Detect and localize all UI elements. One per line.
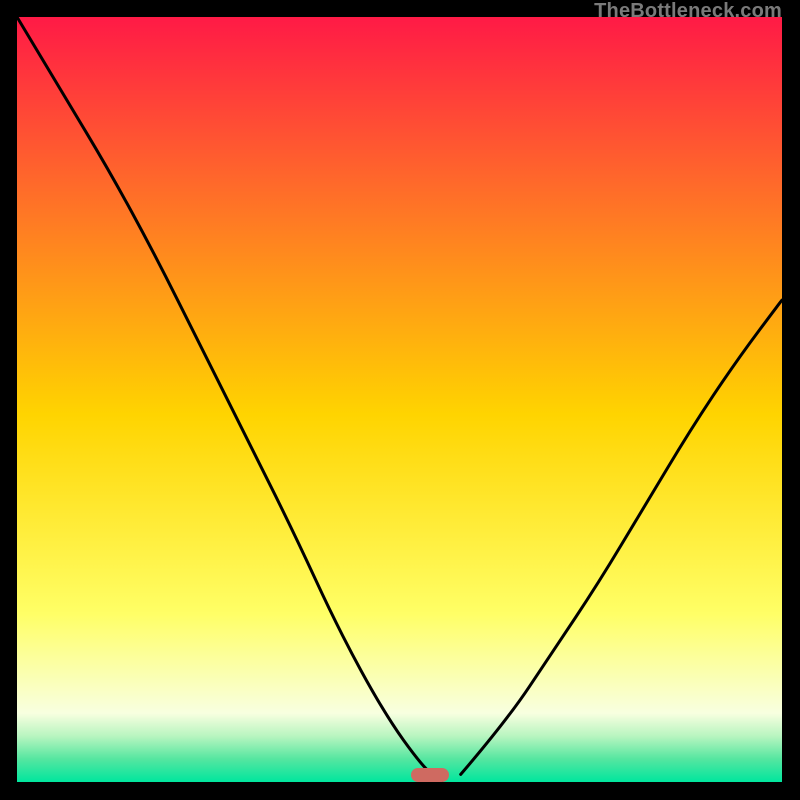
chart-frame: TheBottleneck.com bbox=[0, 0, 800, 800]
bottleneck-curve bbox=[17, 17, 782, 782]
optimum-marker bbox=[411, 768, 449, 782]
plot-area bbox=[17, 17, 782, 782]
